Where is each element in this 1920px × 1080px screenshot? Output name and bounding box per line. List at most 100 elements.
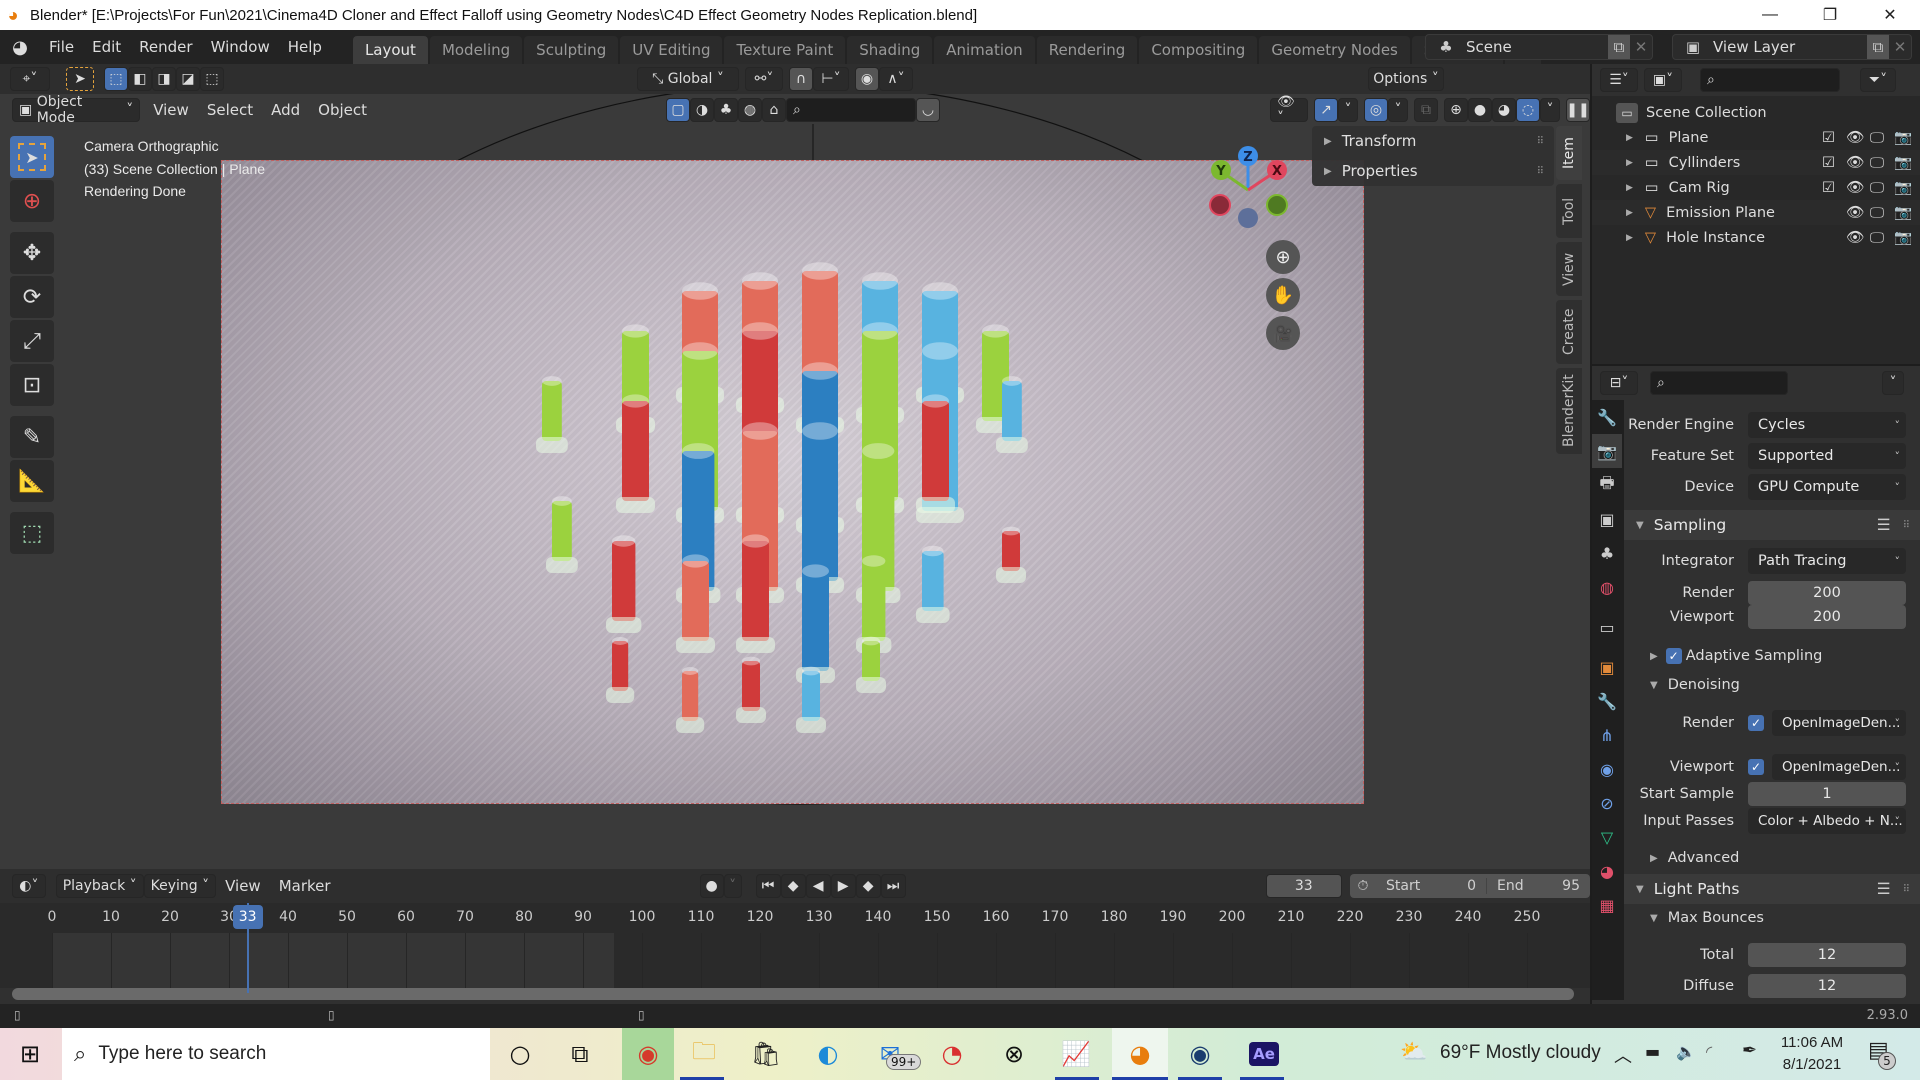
tab-sculpting[interactable]: Sculpting: [524, 36, 619, 64]
new-view-layer-icon[interactable]: ⧉: [1867, 35, 1889, 59]
integrator-dropdown[interactable]: Path Tracing ˅: [1748, 548, 1906, 574]
view-layer-tab-icon[interactable]: ▣: [1592, 502, 1622, 536]
data-tab-icon[interactable]: ▽: [1592, 820, 1622, 854]
outliner-item[interactable]: ▶ ▽ Hole Instance 👁 🖵 📷: [1592, 225, 1920, 250]
select-new-icon[interactable]: ⬚: [104, 67, 128, 91]
pause-render-button[interactable]: ❚❚: [1566, 98, 1590, 122]
render-disable-icon[interactable]: 📷: [1894, 229, 1912, 246]
sidebar-tab-create[interactable]: Create: [1556, 300, 1582, 364]
task-view-icon[interactable]: ⧉: [560, 1036, 600, 1072]
tab-animation[interactable]: Animation: [934, 36, 1035, 64]
tab-layout[interactable]: Layout: [352, 36, 428, 64]
visibility-eye-icon[interactable]: 👁: [1846, 129, 1864, 146]
expand-icon[interactable]: ▶: [1626, 233, 1633, 243]
remove-view-layer-icon[interactable]: ✕: [1889, 38, 1911, 56]
adaptive-sampling-header[interactable]: ▶ ✓ Adaptive Sampling: [1624, 642, 1920, 670]
sampling-panel-header[interactable]: ▼ Sampling ☰ ⠿: [1624, 510, 1920, 540]
timeline-editor-type[interactable]: ◐˅: [12, 874, 46, 898]
maximize-button[interactable]: ❐: [1800, 0, 1860, 30]
outliner-item-name[interactable]: Plane: [1669, 130, 1709, 146]
denoising-header[interactable]: ▼ Denoising: [1624, 671, 1920, 699]
current-frame-field[interactable]: 33: [1265, 874, 1342, 898]
scene-collection-row[interactable]: ▭ Scene Collection: [1592, 100, 1920, 125]
drag-handle-icon[interactable]: ⠿: [1537, 166, 1544, 177]
viewport-menu-object[interactable]: Object: [309, 96, 376, 124]
timeline-tracks[interactable]: [0, 933, 1590, 988]
outliner-item-name[interactable]: Cam Rig: [1669, 180, 1730, 196]
properties-search-input[interactable]: ⌕: [1650, 371, 1788, 395]
max-bounces-header[interactable]: ▼ Max Bounces: [1624, 904, 1920, 932]
battery-icon[interactable]: ▬: [1645, 1042, 1660, 1061]
ccleaner-icon[interactable]: ◔: [932, 1036, 972, 1072]
prev-keyframe-button[interactable]: ◆: [780, 874, 806, 898]
keying-dropdown[interactable]: Keying ˅: [143, 874, 217, 898]
exclude-checkbox[interactable]: ☑: [1822, 180, 1835, 196]
outliner-item-name[interactable]: Emission Plane: [1666, 205, 1775, 221]
drag-handle-icon[interactable]: ⠿: [1537, 136, 1544, 147]
feature-set-dropdown[interactable]: Supported ˅: [1748, 443, 1906, 469]
new-scene-icon[interactable]: ⧉: [1608, 35, 1630, 59]
expand-icon[interactable]: ▶: [1626, 133, 1633, 143]
weather-icon[interactable]: ⛅: [1400, 1040, 1427, 1065]
end-frame-field[interactable]: End 95: [1486, 878, 1590, 894]
render-samples-field[interactable]: 200: [1748, 581, 1906, 605]
visibility-eye-icon[interactable]: 👁: [1846, 229, 1864, 246]
tab-geometry-nodes[interactable]: Geometry Nodes: [1259, 36, 1410, 64]
wifi-icon[interactable]: ◜: [1706, 1042, 1712, 1061]
auto-keying-toggle[interactable]: ●: [699, 874, 724, 898]
sidebar-tab-blenderkit[interactable]: BlenderKit: [1556, 368, 1582, 454]
menu-help[interactable]: Help: [279, 33, 331, 61]
drag-handle-icon[interactable]: ⠿: [1903, 884, 1910, 895]
mode-dropdown[interactable]: ▣ Object Mode ˅: [12, 94, 141, 126]
stopwatch-icon[interactable]: ⏱: [1350, 878, 1376, 894]
minimize-button[interactable]: —: [1740, 0, 1800, 30]
pivot-point-dropdown[interactable]: ⚯˅: [745, 67, 783, 91]
xbox-icon[interactable]: ⊗: [994, 1036, 1034, 1072]
physics-tab-icon[interactable]: ◉: [1592, 752, 1622, 786]
expand-icon[interactable]: ▶: [1626, 158, 1633, 168]
pan-view-icon[interactable]: ✋: [1266, 278, 1300, 312]
menu-edit[interactable]: Edit: [83, 33, 130, 61]
outliner-item-name[interactable]: Hole Instance: [1666, 230, 1765, 246]
chrome-icon[interactable]: ◉: [622, 1028, 674, 1080]
resource-monitor-icon[interactable]: 📈: [1056, 1036, 1096, 1072]
playhead-frame-badge[interactable]: 33: [232, 905, 263, 929]
taskbar-search-box[interactable]: ⌕ Type here to search: [62, 1028, 490, 1080]
rotate-tool[interactable]: ⟳: [10, 276, 54, 318]
microsoft-store-icon[interactable]: 🛍: [746, 1036, 786, 1072]
zoom-view-icon[interactable]: ⊕: [1266, 240, 1300, 274]
sidebar-tab-tool[interactable]: Tool: [1556, 184, 1582, 238]
scene-tab-icon[interactable]: ♣: [1592, 536, 1622, 570]
select-subtract-icon[interactable]: ◨: [152, 67, 176, 91]
drag-handle-icon[interactable]: ⠿: [1903, 520, 1910, 531]
falloff-dropdown[interactable]: ∧˅: [879, 67, 913, 91]
start-sample-field[interactable]: 1: [1748, 782, 1906, 806]
presets-icon[interactable]: ☰: [1877, 516, 1891, 534]
select-extend-icon[interactable]: ◧: [128, 67, 152, 91]
annotate-tool[interactable]: ✎: [10, 416, 54, 458]
outliner-item-name[interactable]: Cyllinders: [1669, 155, 1741, 171]
input-passes-dropdown[interactable]: Color + Albedo + N... ˅: [1748, 808, 1906, 834]
render-tab-icon[interactable]: 📷: [1592, 434, 1622, 468]
filter-dropdown[interactable]: ⏷˅: [1860, 68, 1896, 92]
tab-texture-paint[interactable]: Texture Paint: [724, 36, 846, 64]
after-effects-icon[interactable]: Ae: [1244, 1036, 1284, 1072]
start-frame-field[interactable]: Start 0: [1376, 878, 1486, 894]
next-keyframe-button[interactable]: ◆: [855, 874, 881, 898]
view-layer-selector[interactable]: ▣ View Layer ⧉ ✕: [1672, 34, 1912, 60]
diffuse-bounces-field[interactable]: 12: [1748, 974, 1906, 998]
properties-editor-type[interactable]: ⊟˅: [1600, 371, 1638, 395]
viewport-disable-icon[interactable]: 🖵: [1870, 180, 1884, 196]
rendered-shading-icon[interactable]: ◌: [1516, 98, 1540, 122]
render-disable-icon[interactable]: 📷: [1894, 129, 1912, 146]
visibility-eye-icon[interactable]: 👁: [1846, 154, 1864, 171]
light-paths-panel-header[interactable]: ▼ Light Paths ☰ ⠿: [1624, 874, 1920, 904]
transform-section[interactable]: ▶ Transform ⠿: [1312, 126, 1554, 156]
measure-tool[interactable]: 📐: [10, 460, 54, 502]
brush-filter-icon[interactable]: ⌂: [762, 98, 786, 122]
render-disable-icon[interactable]: 📷: [1894, 204, 1912, 221]
viewport-samples-field[interactable]: 200: [1748, 605, 1906, 629]
properties-section[interactable]: ▶ Properties ⠿: [1312, 156, 1554, 186]
expand-icon[interactable]: ▶: [1626, 183, 1633, 193]
tab-compositing[interactable]: Compositing: [1139, 36, 1258, 64]
